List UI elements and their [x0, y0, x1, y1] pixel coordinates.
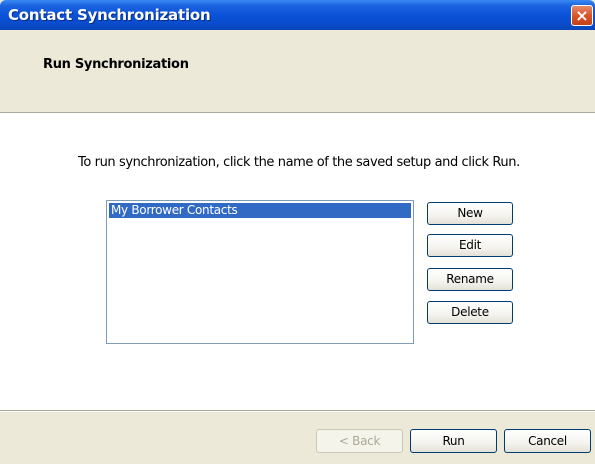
delete-button[interactable]: Delete [427, 301, 513, 324]
window-title: Contact Synchronization [8, 6, 211, 24]
list-item-my-borrower-contacts[interactable]: My Borrower Contacts [109, 203, 411, 218]
new-button[interactable]: New [427, 202, 513, 225]
title-bar[interactable]: Contact Synchronization × [0, 0, 595, 30]
rename-button[interactable]: Rename [427, 268, 513, 291]
footer-divider-highlight [0, 411, 595, 412]
dialog-window: Contact Synchronization × Run Synchroniz… [0, 0, 595, 464]
edit-button[interactable]: Edit [427, 234, 513, 257]
run-button[interactable]: Run [410, 429, 497, 453]
close-icon[interactable]: × [571, 5, 593, 26]
wizard-header: Run Synchronization [0, 30, 595, 112]
page-title: Run Synchronization [43, 57, 189, 72]
back-button[interactable]: < Back [316, 429, 403, 453]
cancel-button[interactable]: Cancel [504, 429, 591, 453]
instruction-text: To run synchronization, click the name o… [78, 155, 520, 170]
setup-listbox[interactable]: My Borrower Contacts [106, 200, 414, 344]
